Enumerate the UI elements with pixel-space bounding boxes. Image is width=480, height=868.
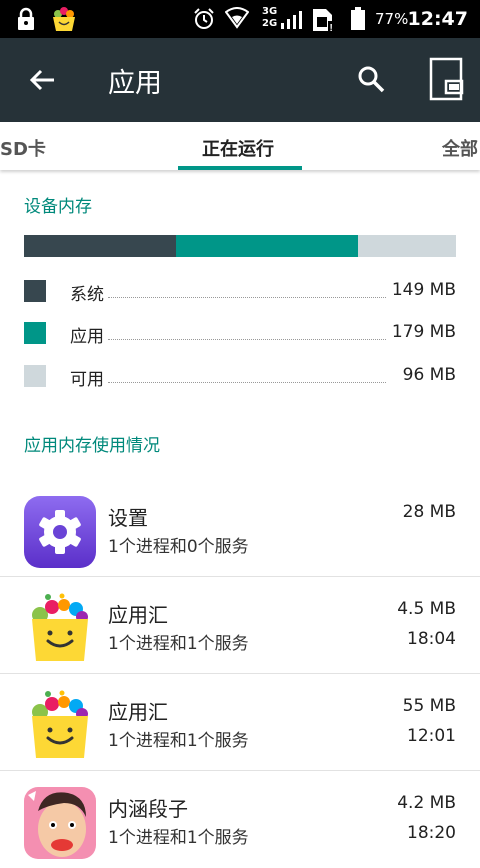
settings-icon [24,496,96,568]
appchina-icon [32,690,88,758]
app-memory-size: 55 MB [402,696,456,716]
tab-running[interactable]: 正在运行 [202,135,274,161]
app-run-time: 18:04 [407,629,456,649]
app-row-settings[interactable]: 设置 1个进程和0个服务 28 MB [0,480,480,577]
battery-percent: 77% [375,10,409,28]
appchina-notification-icon [53,7,75,31]
legend-leader-dots [108,339,386,340]
app-name: 应用汇 [108,603,168,627]
app-memory-title: 应用内存使用情况 [24,436,160,456]
legend-label-apps: 应用 [70,322,106,347]
app-memory-size: 4.2 MB [397,793,456,813]
legend-row-apps: 应用 179 MB [24,322,456,347]
device-memory-title: 设备内存 [24,197,92,217]
status-time: 12:47 [407,8,468,30]
network-3g-label: 3G [262,6,278,17]
memory-usage-bar [24,235,456,257]
network-2g-label: 2G [262,18,278,29]
legend-value-system: 149 MB [389,280,456,300]
signal-icon [281,11,302,29]
neihan-icon [24,787,96,859]
app-run-time: 18:20 [407,823,456,843]
app-process-info: 1个进程和1个服务 [108,634,249,654]
appchina-icon [32,593,88,661]
memory-bar-system [24,235,176,257]
alarm-icon [194,8,214,29]
sd-card-icon[interactable] [428,57,464,101]
app-row-appchina-2[interactable]: 应用汇 1个进程和1个服务 55 MB 12:01 [0,674,480,771]
sim-alert-icon: ! [313,9,335,33]
app-process-info: 1个进程和1个服务 [108,731,249,751]
lock-icon [18,7,34,30]
legend-label-system: 系统 [70,280,106,305]
app-process-info: 1个进程和1个服务 [108,828,249,848]
legend-swatch-apps [24,322,46,344]
wifi-icon [225,7,249,29]
app-process-info: 1个进程和0个服务 [108,537,249,557]
page-title: 应用 [108,68,162,99]
tab-bar: SD卡 正在运行 全部 [0,122,480,170]
tab-sd-card[interactable]: SD卡 [0,135,46,161]
status-bar: 3G 2G ! 77% 12:47 [0,0,480,38]
legend-row-free: 可用 96 MB [24,365,456,390]
legend-row-system: 系统 149 MB [24,280,456,305]
app-run-time: 12:01 [407,726,456,746]
search-icon[interactable] [356,64,386,94]
legend-value-apps: 179 MB [389,322,456,342]
app-row-appchina-1[interactable]: 应用汇 1个进程和1个服务 4.5 MB 18:04 [0,577,480,674]
back-arrow-icon[interactable] [27,65,57,95]
svg-text:!: ! [330,23,333,33]
legend-swatch-free [24,365,46,387]
battery-icon [351,7,365,30]
legend-leader-dots [108,297,386,298]
memory-bar-apps [175,235,359,257]
tab-indicator [178,166,302,170]
toolbar: 应用 [0,38,480,122]
app-row-neihan[interactable]: 内涵段子 1个进程和1个服务 4.2 MB 18:20 [0,771,480,868]
legend-leader-dots [108,382,386,383]
tab-all[interactable]: 全部 [442,135,478,161]
app-name: 应用汇 [108,700,168,724]
app-name: 设置 [108,506,148,530]
legend-swatch-system [24,280,46,302]
legend-value-free: 96 MB [400,365,456,385]
app-name: 内涵段子 [108,797,188,821]
legend-label-free: 可用 [70,365,106,390]
app-memory-size: 4.5 MB [397,599,456,619]
memory-bar-free [358,235,456,257]
app-memory-size: 28 MB [402,502,456,522]
